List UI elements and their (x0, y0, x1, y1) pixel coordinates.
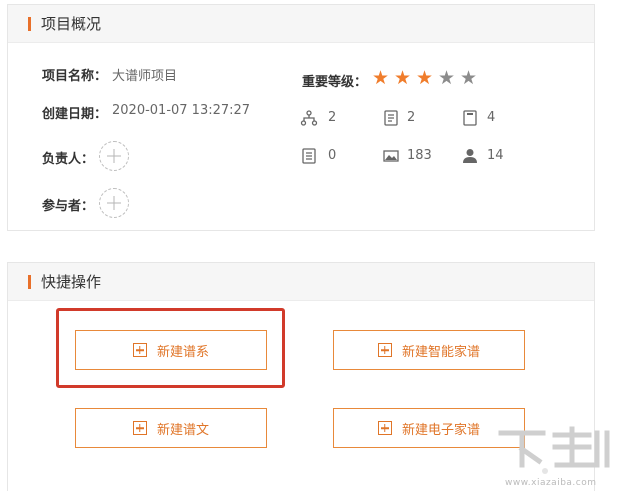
plus-square-icon (132, 421, 147, 435)
highlight-annotation-box (56, 308, 285, 388)
importance-label: 重要等级： (302, 75, 368, 90)
button-label: 新建电子家谱 (401, 422, 480, 438)
stat-value-branches: 2 (328, 110, 337, 125)
star-filled-icon[interactable]: ★ (372, 69, 389, 88)
overview-header: 项目概况 (8, 5, 594, 43)
project-name-label: 项目名称： (42, 69, 108, 84)
plus-square-icon (377, 343, 392, 357)
star-empty-icon[interactable]: ★ (460, 69, 477, 88)
book-icon (463, 110, 477, 126)
stat-value-images: 183 (407, 148, 432, 163)
quick-actions-header: 快捷操作 (8, 263, 594, 301)
stat-value-documents: 2 (407, 110, 416, 125)
add-participant-button[interactable] (99, 188, 129, 218)
watermark-site-text: www.xiazaiba.com (505, 478, 597, 488)
participants-label: 参与者： (42, 199, 95, 214)
new-genealogy-text-button[interactable]: 新建谱文 (75, 408, 267, 448)
add-owner-button[interactable] (99, 141, 129, 171)
quick-actions-title: 快捷操作 (41, 273, 102, 291)
stat-value-books: 4 (487, 110, 496, 125)
stat-value-lists: 0 (328, 148, 337, 163)
project-name-value: 大谱师项目 (112, 69, 178, 84)
created-date-value: 2020-01-07 13:27:27 (112, 103, 251, 118)
star-empty-icon[interactable]: ★ (438, 69, 455, 88)
user-icon (463, 149, 477, 163)
header-accent-bar (28, 16, 31, 31)
list-icon (302, 148, 316, 164)
document-icon (384, 110, 398, 126)
overview-title: 项目概况 (41, 15, 102, 33)
new-smart-genealogy-button[interactable]: 新建智能家谱 (333, 330, 525, 370)
star-filled-icon[interactable]: ★ (416, 69, 433, 88)
hierarchy-icon (300, 110, 318, 126)
plus-square-icon (377, 421, 392, 435)
star-filled-icon[interactable]: ★ (394, 69, 411, 88)
owner-label: 负责人： (42, 152, 95, 167)
button-label: 新建智能家谱 (401, 344, 480, 360)
header-accent-bar (28, 274, 31, 289)
stat-value-members: 14 (487, 148, 504, 163)
button-label: 新建谱文 (156, 422, 209, 438)
image-icon (383, 150, 399, 162)
created-date-label: 创建日期： (42, 107, 108, 122)
